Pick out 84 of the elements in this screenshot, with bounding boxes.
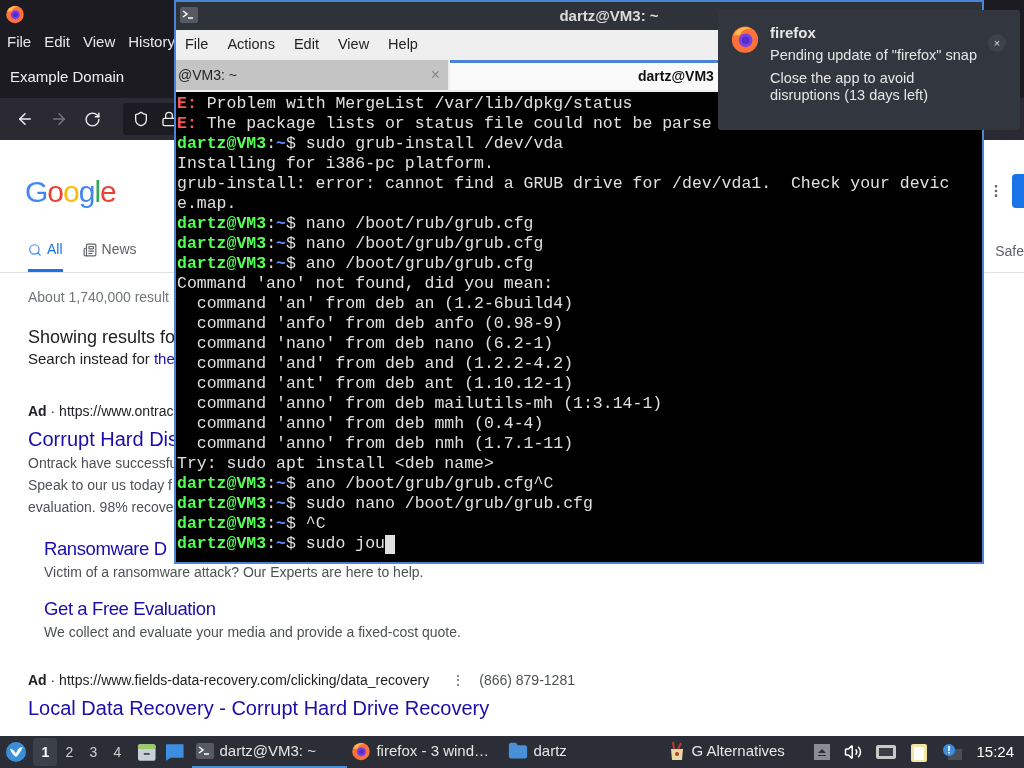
terminal-line: E: The package lists or status file could not be parse — [177, 114, 712, 134]
terminal-icon — [180, 7, 198, 23]
result-count: About 1,740,000 result — [28, 288, 169, 307]
reload-icon[interactable] — [84, 110, 101, 128]
terminal-line: command 'anfo' from deb anfo (0.98-9) — [195, 314, 564, 334]
eject-icon[interactable] — [814, 744, 831, 760]
taskbar-task[interactable]: dartz@VM3: ~ — [192, 736, 348, 768]
terminal-line: dartz@VM3:~$ sudo nano /boot/grub/grub.cfg — [177, 494, 593, 514]
search-tab[interactable]: All — [28, 238, 63, 272]
sitelink-title[interactable]: Get a Free Evaluation — [44, 595, 216, 622]
search-icon — [28, 242, 42, 257]
taskbar-task[interactable]: G Alternatives — [664, 736, 815, 768]
correction-text: Search instead for the — [28, 349, 175, 369]
menu-item[interactable]: File — [185, 34, 209, 56]
firefox-icon — [5, 4, 25, 24]
menu-item[interactable]: History — [128, 30, 175, 54]
browser-tab[interactable]: Example Domain — [10, 65, 125, 89]
terminal-line: grub-install: error: cannot find a GRUB drive for /dev/vda1. Check your devic — [177, 174, 950, 194]
taskbar-task[interactable]: firefox - 3 wind… — [347, 736, 505, 768]
terminal-cursor — [384, 534, 395, 554]
workspace-button[interactable]: 3 — [81, 738, 106, 766]
search-tab[interactable]: Safe — [995, 238, 1024, 272]
terminal-line: command 'anno' from deb mailutils-mh (1:3.14-1) — [195, 394, 663, 414]
menu-item[interactable]: Edit — [44, 30, 71, 54]
network-icon[interactable] — [876, 744, 897, 760]
file-cabinet-icon[interactable] — [137, 742, 157, 762]
menu-item[interactable]: View — [83, 30, 116, 54]
shield-icon[interactable] — [133, 111, 149, 127]
terminal-line: e.map. — [177, 194, 237, 214]
alert-icon[interactable] — [942, 743, 963, 761]
ad-source: Ad · https://www.ontrac — [28, 401, 174, 421]
terminal-line: dartz@VM3:~$ sudo jou — [177, 534, 385, 554]
ad-phone: (866) 879-1281 — [479, 670, 575, 690]
lock-icon[interactable] — [161, 111, 177, 127]
terminal-line: dartz@VM3:~$ ano /boot/grub/grub.cfg — [177, 254, 534, 274]
terminal-icon — [196, 743, 215, 759]
clipboard-icon[interactable] — [910, 742, 929, 762]
menu-item[interactable]: Edit — [293, 34, 319, 56]
terminal-line: command 'an' from deb an (1.2-6build4) — [195, 294, 574, 314]
back-icon[interactable] — [16, 110, 34, 128]
menu-item[interactable]: Actions — [227, 34, 275, 56]
terminal-tab[interactable]: @VM3: ~ × — [176, 60, 448, 90]
menu-item[interactable]: View — [337, 34, 370, 56]
menu-item[interactable]: File — [7, 30, 32, 54]
speaker-icon[interactable] — [844, 743, 863, 761]
workspace-button[interactable]: 2 — [57, 738, 82, 766]
taskbar-task[interactable]: dartz — [504, 736, 665, 768]
newspaper-icon — [82, 242, 97, 257]
ad-description-line: evaluation. 98% recove — [28, 497, 174, 517]
terminal-line: dartz@VM3:~$ ^C — [177, 514, 326, 534]
terminal-line: command 'anno' from deb mmh (0.4-4) — [195, 414, 544, 434]
menu-item[interactable]: Help — [388, 34, 418, 56]
ad-description-line: Speak to our us today f — [28, 475, 172, 495]
terminal-line: dartz@VM3:~$ ano /boot/grub/grub.cfg^C — [177, 474, 554, 494]
search-instead-link[interactable]: the — [153, 350, 175, 367]
terminal-line: command 'ant' from deb ant (1.10.12-1) — [195, 374, 574, 394]
folder-icon — [508, 741, 529, 761]
firefox-icon — [730, 24, 760, 54]
terminal-line: dartz@VM3:~$ nano /boot/grub/grub.cfg — [177, 234, 544, 254]
terminal-line: dartz@VM3:~$ nano /boot/rub/grub.cfg — [177, 214, 534, 234]
terminal-line: command 'and' from deb and (1.2.2-4.2) — [195, 354, 574, 374]
correction-heading: Showing results fo — [28, 326, 176, 348]
sitelink-description: Victim of a ransomware attack? Our Experts are here to help. — [44, 562, 424, 582]
terminal-line: Command 'ano' not found, did you mean: — [177, 274, 554, 294]
sitelink-description: We collect and evaluate your media and provide a fixed-cost quote. — [44, 622, 461, 642]
close-button[interactable]: × — [988, 34, 1006, 52]
ad-menu-button[interactable]: ⋮ — [451, 669, 466, 691]
terminal-line: E: Problem with MergeList /var/lib/dpkg/status — [177, 94, 633, 114]
ad-source: Ad · https://www.fields-data-recovery.com/clicking/data_recovery — [28, 670, 430, 690]
terminal-line: dartz@VM3:~$ sudo grub-install /dev/vda — [177, 134, 564, 154]
firefox-icon — [351, 741, 372, 761]
search-tab[interactable]: News — [82, 238, 137, 272]
workspace-button[interactable]: 1 — [33, 738, 58, 766]
terminal-line: command 'nano' from deb nano (6.2-1) — [195, 334, 554, 354]
terminal-line: command 'anno' from deb nmh (1.7.1-11) — [195, 434, 574, 454]
sitelink-title[interactable]: Ransomware D — [44, 535, 167, 562]
window-title: dartz@VM3: ~ — [559, 5, 659, 26]
workspace-button[interactable]: 4 — [105, 738, 130, 766]
google-logo[interactable]: Google — [25, 168, 116, 214]
notification-title: firefox — [770, 24, 817, 41]
terminal-line: Installing for i386-pc platform. — [177, 154, 494, 174]
terminal-line: Try: sudo apt install <deb name> — [177, 454, 494, 474]
clock[interactable]: 15:24 — [976, 740, 1014, 764]
ad-title-link[interactable]: Local Data Recovery - Corrupt Hard Drive Recovery — [28, 694, 490, 721]
